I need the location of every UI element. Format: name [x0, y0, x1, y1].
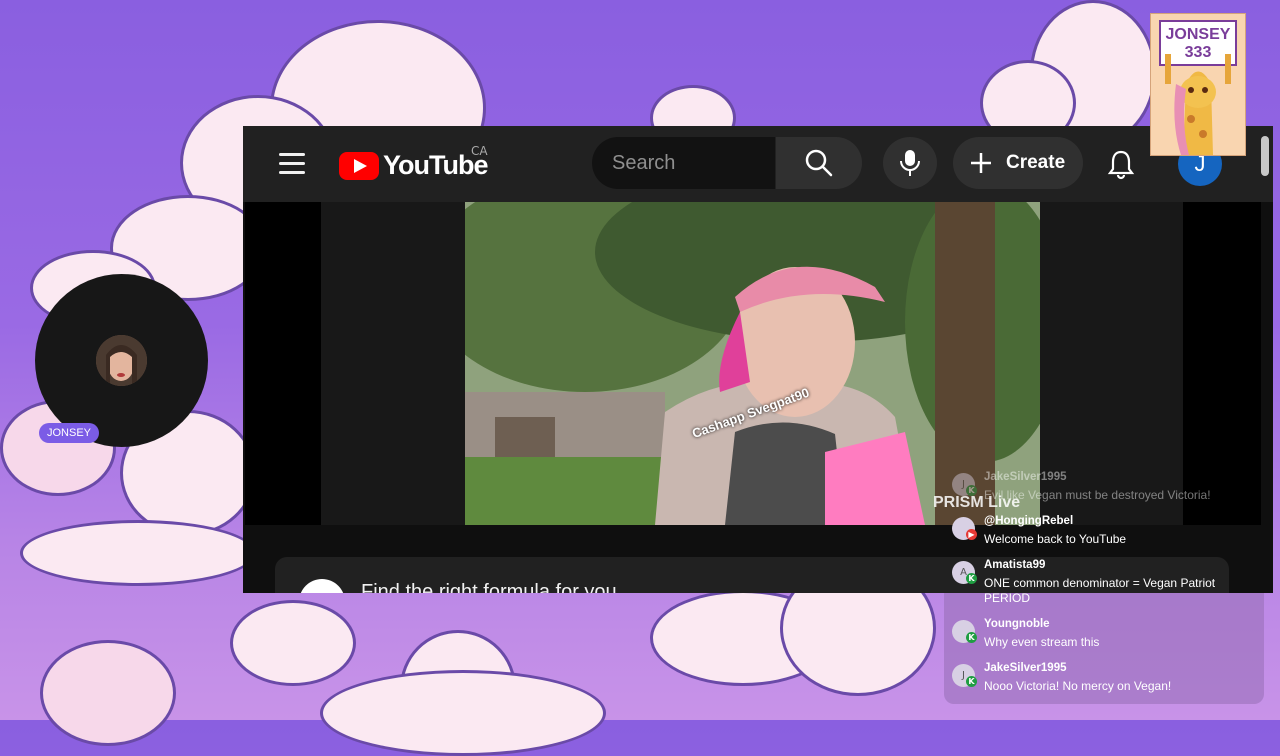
platform-badge-icon: K	[966, 676, 977, 687]
platform-badge-icon: K	[966, 632, 977, 643]
youtube-play-icon	[339, 151, 379, 180]
microphone-icon	[900, 150, 920, 176]
voice-search-button[interactable]	[883, 137, 937, 189]
youtube-badge-icon: ▶	[966, 529, 977, 540]
search-input[interactable]: Search	[592, 137, 775, 189]
jonsey-giraffe-badge: JONSEY 333	[1150, 13, 1246, 156]
menu-icon[interactable]	[279, 153, 305, 175]
chat-username: JakeSilver1995	[984, 662, 1067, 674]
search-icon	[805, 149, 833, 177]
search-button[interactable]	[776, 137, 862, 189]
cloud	[40, 640, 176, 746]
platform-badge-icon: K	[966, 573, 977, 584]
webcam-overlay	[35, 274, 208, 447]
chat-text: Nooo Victoria! No mercy on Vegan!	[984, 679, 1172, 693]
chat-text: Evil like Vegan must be destroyed Victor…	[984, 488, 1211, 502]
create-label: Create	[1006, 152, 1066, 173]
promo-text: Find the right formula for you	[361, 581, 617, 593]
cloud	[320, 670, 606, 756]
youtube-header: YouTube CA Search Create J	[243, 126, 1273, 202]
scrollbar[interactable]	[1261, 136, 1269, 176]
chat-text: Welcome back to YouTube	[984, 532, 1127, 546]
chat-username: JakeSilver1995	[984, 471, 1067, 483]
create-button[interactable]: Create	[953, 137, 1083, 189]
chat-text: ONE common denominator = Vegan Patriot P…	[984, 576, 1216, 605]
live-chat-overlay: J K JakeSilver1995 Evil like Vegan must …	[944, 466, 1264, 704]
youtube-logo[interactable]: YouTube CA	[339, 144, 488, 181]
region-code: CA	[471, 144, 488, 158]
streamer-avatar	[96, 335, 147, 386]
cloud	[230, 600, 356, 686]
chat-username: Youngnoble	[984, 618, 1050, 630]
notifications-bell-icon[interactable]	[1105, 148, 1137, 180]
platform-badge-icon: K	[966, 485, 977, 496]
cloud	[20, 520, 256, 586]
video-letterbox-left	[245, 202, 321, 525]
streamer-name-tag: JONSEY	[39, 423, 100, 443]
chat-username: @HongingRebel	[984, 515, 1074, 527]
chat-username: Amatista99	[984, 559, 1046, 571]
plus-icon	[971, 153, 991, 173]
chat-text: Why even stream this	[984, 635, 1100, 649]
giraffe-illustration	[1165, 54, 1231, 155]
promo-logo	[299, 579, 345, 593]
